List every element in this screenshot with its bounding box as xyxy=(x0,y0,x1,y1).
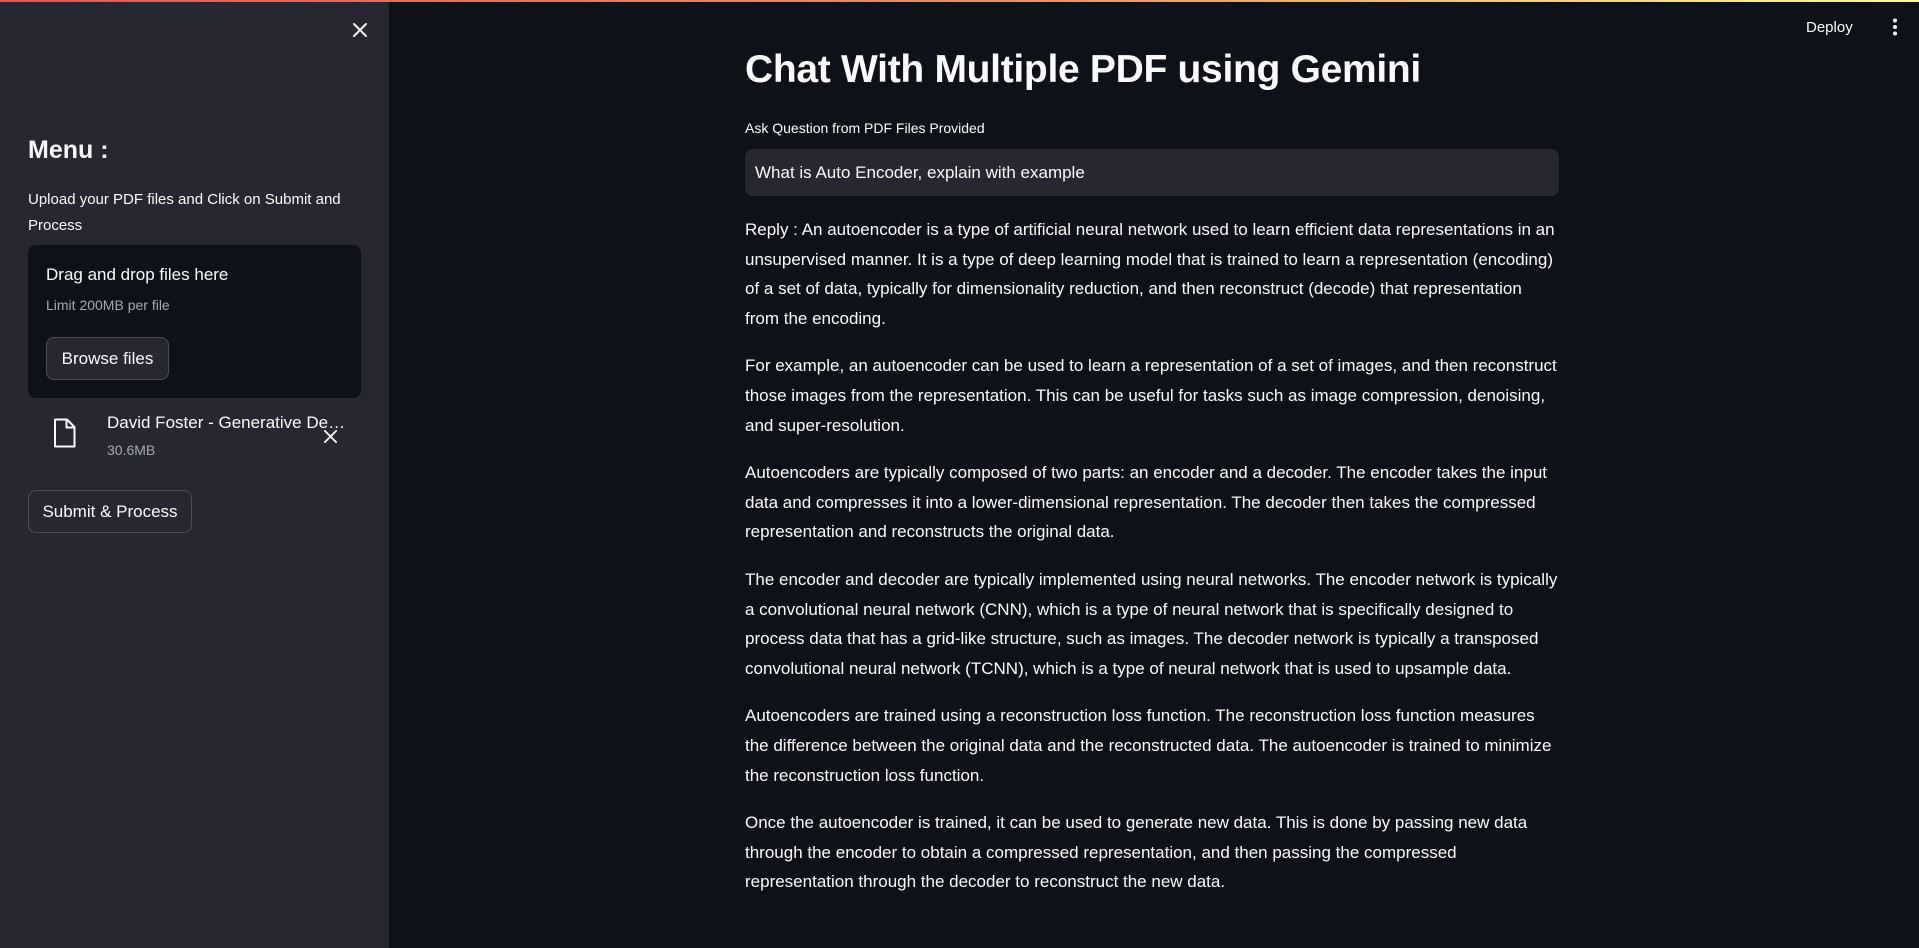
reply-paragraph: Autoencoders are trained using a reconst… xyxy=(745,706,1552,785)
uploaded-file-name: David Foster - Generative Deep Learning.… xyxy=(107,413,347,432)
submit-process-button[interactable]: Submit & Process xyxy=(28,490,192,533)
question-input[interactable] xyxy=(745,149,1559,196)
reply-paragraph: Once the autoencoder is trained, it can … xyxy=(745,813,1528,892)
close-icon xyxy=(323,429,337,443)
sidebar-description: Upload your PDF files and Click on Submi… xyxy=(28,191,341,234)
question-label: Ask Question from PDF Files Provided xyxy=(745,120,985,136)
sidebar-close-button[interactable] xyxy=(346,16,374,44)
reply-paragraph: Autoencoders are typically composed of t… xyxy=(745,463,1548,542)
top-decoration-stripe xyxy=(0,0,1919,2)
reply-paragraph: Reply : An autoencoder is a type of arti… xyxy=(745,220,1555,328)
reply-text: Reply : An autoencoder is a type of arti… xyxy=(745,215,1560,915)
remove-file-button[interactable] xyxy=(318,424,342,448)
uploaded-file-size: 30.6MB xyxy=(107,442,156,458)
dropzone-limit: Limit 200MB per file xyxy=(46,297,170,313)
uploaded-file-item: David Foster - Generative Deep Learning.… xyxy=(28,410,361,462)
kebab-menu-icon xyxy=(1893,18,1897,36)
page-title: Chat With Multiple PDF using Gemini xyxy=(745,48,1421,91)
file-dropzone[interactable]: Drag and drop files here Limit 200MB per… xyxy=(28,245,361,398)
sidebar: Menu : Upload your PDF files and Click o… xyxy=(0,0,389,948)
main-menu-button[interactable] xyxy=(1883,14,1907,40)
deploy-button[interactable]: Deploy xyxy=(1806,14,1853,40)
reply-paragraph: The encoder and decoder are typically im… xyxy=(745,569,1558,678)
browse-files-button[interactable]: Browse files xyxy=(46,337,169,380)
close-icon xyxy=(353,23,367,37)
reply-paragraph: For example, an autoencoder can be used … xyxy=(745,356,1557,435)
dropzone-instructions: Drag and drop files here xyxy=(46,265,229,284)
sidebar-title: Menu : xyxy=(28,136,109,164)
file-icon xyxy=(54,418,76,448)
